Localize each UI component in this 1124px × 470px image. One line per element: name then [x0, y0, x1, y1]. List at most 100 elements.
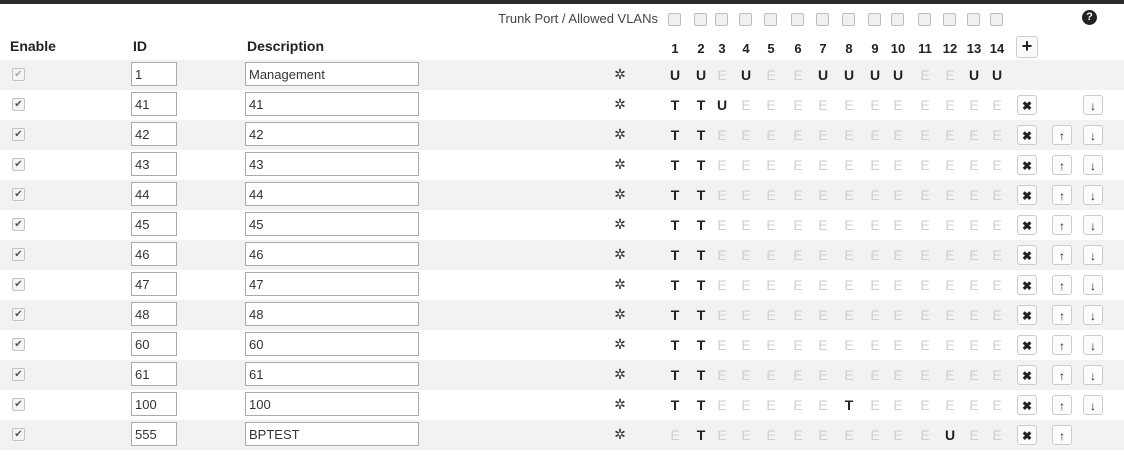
- port-membership-6[interactable]: E: [789, 367, 807, 383]
- port-membership-3[interactable]: U: [713, 97, 731, 113]
- port-membership-4[interactable]: E: [737, 307, 755, 323]
- port-membership-2[interactable]: T: [692, 397, 710, 413]
- gear-icon[interactable]: ✲: [612, 66, 628, 82]
- move-down-icon[interactable]: ↓: [1083, 305, 1103, 325]
- vlan-description-input[interactable]: 45: [245, 212, 419, 236]
- gear-icon[interactable]: ✲: [612, 276, 628, 292]
- vlan-description-input[interactable]: Management: [245, 62, 419, 86]
- port-membership-12[interactable]: E: [941, 337, 959, 353]
- port-membership-11[interactable]: E: [916, 307, 934, 323]
- port-membership-8[interactable]: E: [840, 277, 858, 293]
- port-membership-5[interactable]: E: [762, 157, 780, 173]
- vlan-id-input[interactable]: 45: [131, 212, 177, 236]
- port-membership-9[interactable]: E: [866, 427, 884, 443]
- vlan-description-input[interactable]: 46: [245, 242, 419, 266]
- trunk-port-checkbox-11[interactable]: [918, 13, 931, 26]
- trunk-port-checkbox-9[interactable]: [868, 13, 881, 26]
- enable-checkbox[interactable]: ✔: [12, 368, 25, 381]
- port-membership-7[interactable]: E: [814, 337, 832, 353]
- port-membership-11[interactable]: E: [916, 427, 934, 443]
- enable-checkbox[interactable]: ✔: [12, 218, 25, 231]
- vlan-id-input[interactable]: 43: [131, 152, 177, 176]
- port-membership-7[interactable]: E: [814, 157, 832, 173]
- port-membership-9[interactable]: E: [866, 157, 884, 173]
- port-membership-7[interactable]: E: [814, 127, 832, 143]
- trunk-port-checkbox-4[interactable]: [739, 13, 752, 26]
- vlan-description-input[interactable]: 61: [245, 362, 419, 386]
- port-membership-10[interactable]: E: [889, 307, 907, 323]
- port-membership-13[interactable]: E: [965, 127, 983, 143]
- port-membership-5[interactable]: E: [762, 427, 780, 443]
- port-membership-5[interactable]: E: [762, 337, 780, 353]
- port-membership-1[interactable]: E: [666, 427, 684, 443]
- port-membership-9[interactable]: E: [866, 307, 884, 323]
- port-membership-10[interactable]: E: [889, 427, 907, 443]
- gear-icon[interactable]: ✲: [612, 306, 628, 322]
- port-membership-7[interactable]: U: [814, 67, 832, 83]
- enable-checkbox[interactable]: ✔: [12, 188, 25, 201]
- vlan-description-input[interactable]: 41: [245, 92, 419, 116]
- port-membership-13[interactable]: E: [965, 367, 983, 383]
- port-membership-3[interactable]: E: [713, 427, 731, 443]
- port-membership-1[interactable]: T: [666, 217, 684, 233]
- port-membership-13[interactable]: E: [965, 157, 983, 173]
- vlan-description-input[interactable]: 42: [245, 122, 419, 146]
- port-membership-5[interactable]: E: [762, 397, 780, 413]
- port-membership-5[interactable]: E: [762, 97, 780, 113]
- port-membership-11[interactable]: E: [916, 187, 934, 203]
- port-membership-9[interactable]: E: [866, 97, 884, 113]
- port-membership-9[interactable]: E: [866, 397, 884, 413]
- port-membership-6[interactable]: E: [789, 157, 807, 173]
- port-membership-9[interactable]: E: [866, 127, 884, 143]
- port-membership-9[interactable]: E: [866, 187, 884, 203]
- port-membership-5[interactable]: E: [762, 127, 780, 143]
- trunk-port-checkbox-13[interactable]: [967, 13, 980, 26]
- port-membership-8[interactable]: E: [840, 247, 858, 263]
- port-membership-2[interactable]: T: [692, 307, 710, 323]
- port-membership-8[interactable]: E: [840, 97, 858, 113]
- delete-icon[interactable]: ✖: [1017, 275, 1037, 295]
- port-membership-6[interactable]: E: [789, 187, 807, 203]
- port-membership-7[interactable]: E: [814, 97, 832, 113]
- port-membership-10[interactable]: E: [889, 187, 907, 203]
- port-membership-4[interactable]: E: [737, 157, 755, 173]
- port-membership-11[interactable]: E: [916, 67, 934, 83]
- port-membership-10[interactable]: E: [889, 127, 907, 143]
- move-up-icon[interactable]: ↑: [1052, 245, 1072, 265]
- port-membership-4[interactable]: U: [737, 67, 755, 83]
- vlan-id-input[interactable]: 60: [131, 332, 177, 356]
- vlan-description-input[interactable]: BPTEST: [245, 422, 419, 446]
- trunk-port-checkbox-7[interactable]: [816, 13, 829, 26]
- trunk-port-checkbox-12[interactable]: [943, 13, 956, 26]
- port-membership-3[interactable]: E: [713, 247, 731, 263]
- port-membership-9[interactable]: E: [866, 217, 884, 233]
- port-membership-2[interactable]: T: [692, 157, 710, 173]
- port-membership-6[interactable]: E: [789, 397, 807, 413]
- port-membership-6[interactable]: E: [789, 247, 807, 263]
- vlan-description-input[interactable]: 44: [245, 182, 419, 206]
- trunk-port-checkbox-2[interactable]: [694, 13, 707, 26]
- port-membership-5[interactable]: E: [762, 367, 780, 383]
- port-membership-8[interactable]: E: [840, 217, 858, 233]
- port-membership-4[interactable]: E: [737, 427, 755, 443]
- trunk-port-checkbox-10[interactable]: [891, 13, 904, 26]
- move-down-icon[interactable]: ↓: [1083, 215, 1103, 235]
- port-membership-13[interactable]: E: [965, 277, 983, 293]
- port-membership-12[interactable]: E: [941, 97, 959, 113]
- port-membership-9[interactable]: E: [866, 367, 884, 383]
- gear-icon[interactable]: ✲: [612, 246, 628, 262]
- move-up-icon[interactable]: ↑: [1052, 155, 1072, 175]
- port-membership-12[interactable]: U: [941, 427, 959, 443]
- port-membership-8[interactable]: E: [840, 307, 858, 323]
- port-membership-1[interactable]: T: [666, 187, 684, 203]
- delete-icon[interactable]: ✖: [1017, 335, 1037, 355]
- port-membership-8[interactable]: T: [840, 397, 858, 413]
- port-membership-1[interactable]: T: [666, 307, 684, 323]
- move-down-icon[interactable]: ↓: [1083, 365, 1103, 385]
- enable-checkbox[interactable]: ✔: [12, 158, 25, 171]
- port-membership-9[interactable]: E: [866, 247, 884, 263]
- vlan-id-input[interactable]: 555: [131, 422, 177, 446]
- port-membership-12[interactable]: E: [941, 307, 959, 323]
- port-membership-2[interactable]: T: [692, 127, 710, 143]
- port-membership-6[interactable]: E: [789, 217, 807, 233]
